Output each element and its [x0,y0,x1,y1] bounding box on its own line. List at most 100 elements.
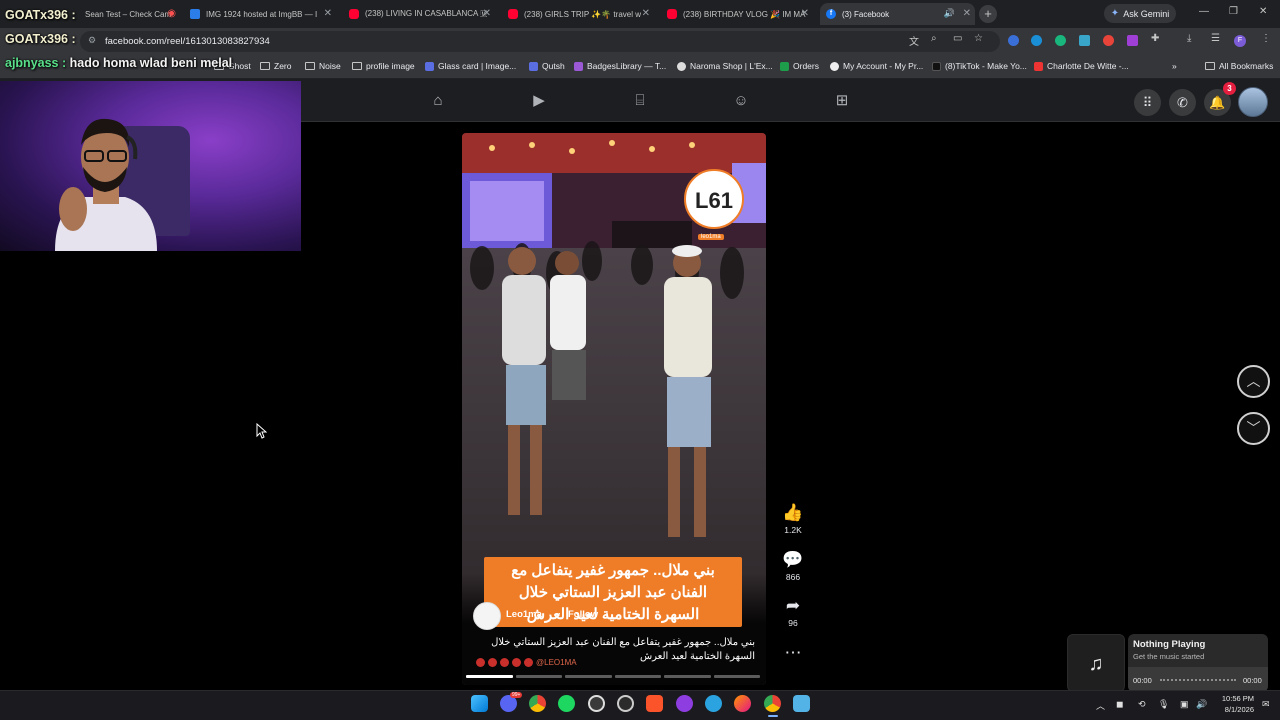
extension-icon[interactable] [1055,35,1066,46]
youtube-icon [667,9,677,19]
media-seek-bar[interactable] [1160,679,1236,681]
tab-check-cam[interactable]: Sean Test – Check Cam ◉ [85,3,180,25]
address-bar[interactable]: ⚙ facebook.com/reel/1613013083827934 [80,31,1000,52]
channel-avatar[interactable] [473,602,501,630]
like-action[interactable]: 👍 1.2K [779,503,807,535]
close-icon[interactable]: ✕ [642,8,650,19]
bookmark-glass-card[interactable]: Glass card | Image... [425,61,516,71]
share-action[interactable]: ➦ 96 [779,596,807,628]
restore-icon[interactable]: ❐ [1229,6,1238,17]
ask-gemini-button[interactable]: ✦ Ask Gemini [1104,4,1176,23]
network-icon[interactable]: ▣ [1180,699,1189,710]
screen: Sean Test – Check Cam ◉ IMG 1924 hosted … [0,0,1280,720]
microphone-icon[interactable]: 🎙 [1158,699,1169,710]
reel-video[interactable]: L61 leo1ma بني ملال.. جمهور غفير يتفاعل … [462,133,766,685]
reel-progress[interactable] [466,675,760,678]
telegram-icon[interactable] [705,695,722,712]
profile-avatar[interactable]: F [1234,35,1246,47]
follow-button[interactable]: Follow [568,609,598,620]
menu-grid-icon[interactable]: ⠿ [1134,89,1161,116]
obs-icon[interactable] [588,695,605,712]
tab-imgbb[interactable]: IMG 1924 hosted at ImgBB — I ✕ [186,3,336,25]
extensions-puzzle-icon[interactable]: ✚ [1151,33,1159,44]
tray-overflow-icon[interactable]: ︿ [1096,699,1105,712]
clock-date[interactable]: 8/1/2026 [1210,705,1254,714]
bookmark-naroma-shop[interactable]: Naroma Shop | L'Ex... [677,61,773,71]
chrome-profile-icon[interactable] [764,695,781,712]
notifications-icon[interactable]: ✉ [1262,699,1270,710]
all-bookmarks[interactable]: All Bookmarks [1205,61,1273,71]
close-icon[interactable]: ✕ [801,8,809,19]
bookmark-badgeslibrary[interactable]: BadgesLibrary — T... [574,61,666,71]
extension-icon[interactable] [1103,35,1114,46]
bookmark-tiktok[interactable]: (8)TikTok - Make Yo... [932,61,1027,71]
more-options[interactable]: ⋯ [779,643,807,663]
windows-start-icon[interactable] [471,695,488,712]
comment-action[interactable]: 💬 866 [779,550,807,582]
youtube-icon [508,9,518,19]
stream-name-2: GOATx396 : [5,32,76,46]
gaming-icon[interactable]: ⊞ [833,92,851,110]
folder-icon [1205,62,1215,70]
tab-birthday-vlog[interactable]: (238) BIRTHDAY VLOG 🎉 IM MA ✕ [663,3,813,25]
messenger-icon[interactable]: ✆ [1169,89,1196,116]
caption-line: بني ملال.. جمهور غفير يتفاعل مع [511,562,715,579]
close-icon[interactable]: ✕ [963,8,971,19]
firefox-icon[interactable] [734,695,751,712]
bookmark-my-account[interactable]: My Account - My Pr... [830,61,923,71]
bookmark-orders[interactable]: Orders [780,61,819,71]
extension-icon[interactable] [1079,35,1090,46]
more-bookmarks-button[interactable]: » [1172,61,1177,71]
next-reel-button[interactable]: ﹀ [1237,412,1270,445]
bookmark-qutsh[interactable]: Qutsh [529,61,565,71]
bookmark-noise[interactable]: Noise [305,61,341,71]
watermark-handle: @LEO1MA [536,658,577,667]
home-icon[interactable]: ⌂ [429,92,447,110]
download-icon[interactable]: ⤓ [1187,33,1191,44]
cast-icon[interactable]: ▭ [953,33,962,44]
account-avatar[interactable] [1238,87,1268,117]
bookmark-star-icon[interactable]: ☆ [974,33,983,44]
steelseries-icon[interactable] [617,695,634,712]
close-icon[interactable]: ✕ [324,8,332,19]
tab-girls-trip[interactable]: (238) GIRLS TRIP ✨🌴 travel w ✕ [504,3,654,25]
new-tab-button[interactable]: + [979,5,997,23]
tab-living-casablanca[interactable]: (238) LIVING IN CASABLANCA 🇲 ✕ [345,3,495,25]
brave-icon[interactable] [646,695,663,712]
notion-calendar-icon[interactable] [676,695,693,712]
tab-facebook[interactable]: f (3) Facebook 🔊 ✕ [820,3,975,25]
back-icon[interactable]: ⟲ [1138,699,1146,710]
minimize-icon[interactable]: — [1199,6,1209,17]
site-icon [780,61,789,71]
marketplace-icon[interactable]: ⌸ [631,92,649,110]
translate-icon[interactable]: 文 [909,33,919,48]
bookmark-profile-image[interactable]: profile image [352,61,415,71]
bookmark-charlotte[interactable]: Charlotte De Witte -... [1034,61,1129,71]
snipping-tool-icon[interactable] [793,695,810,712]
menu-icon[interactable]: ⋮ [1261,33,1271,44]
groups-icon[interactable]: ☺ [732,92,750,110]
reading-list-icon[interactable]: ☰ [1211,33,1220,44]
zoom-icon[interactable]: ⌕ [931,33,937,44]
close-window-icon[interactable]: ✕ [1259,6,1267,17]
music-note-icon[interactable]: ♫ [1067,634,1125,692]
extension-icon[interactable] [1127,35,1138,46]
progress-segment [515,675,562,678]
chrome-icon[interactable] [529,695,546,712]
channel-name[interactable]: Leo1ma [506,609,542,620]
discord-tray-icon[interactable]: ◼ [1116,699,1123,710]
site-info-icon[interactable]: ⚙ [88,35,96,46]
bookmark-label: Glass card | Image... [438,61,517,71]
extension-icon[interactable] [1031,35,1042,46]
audio-icon[interactable]: 🔊 [944,8,955,19]
spotify-icon[interactable] [558,695,575,712]
bookmark-zero[interactable]: Zero [260,61,291,71]
previous-reel-button[interactable]: ︿ [1237,365,1270,398]
video-icon[interactable]: ▶ [530,92,548,110]
clock-time[interactable]: 10:56 PM [1214,694,1254,703]
progress-segment [614,675,661,678]
close-icon[interactable]: ✕ [483,8,491,19]
extension-icon[interactable] [1008,35,1019,46]
stream-name-1: GOATx396 : [5,8,76,22]
volume-icon[interactable]: 🔊 [1196,699,1207,710]
